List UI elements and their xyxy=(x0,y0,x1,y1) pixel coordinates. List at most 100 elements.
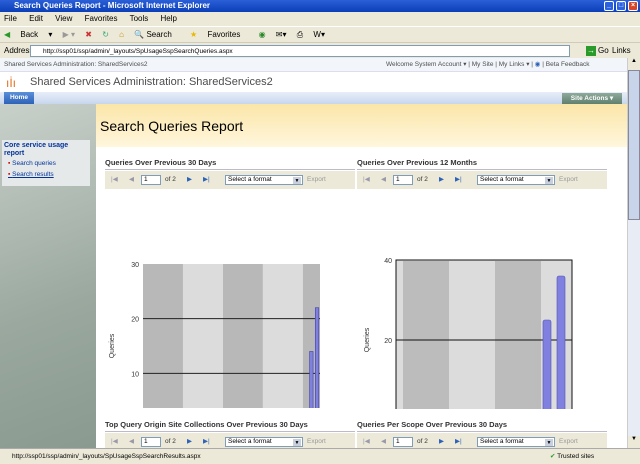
go-button[interactable]: Go xyxy=(598,43,609,59)
last-page-icon[interactable]: ▶| xyxy=(203,175,210,183)
next-page-icon[interactable]: ▶ xyxy=(439,437,444,445)
links-button[interactable]: Links xyxy=(612,43,631,59)
page-number-input[interactable]: 1 xyxy=(141,437,161,447)
page-number-input[interactable]: 1 xyxy=(393,437,413,447)
export-link[interactable]: Export xyxy=(559,438,578,445)
scroll-down-icon[interactable]: ▼ xyxy=(628,436,640,448)
last-page-icon[interactable]: ▶| xyxy=(455,175,462,183)
welcome-menu[interactable]: Welcome System Account ▾ xyxy=(386,61,466,68)
page-count: of 2 xyxy=(417,176,428,183)
breadcrumb[interactable]: Shared Services Administration: SharedSe… xyxy=(4,61,147,68)
quick-launch: Core service usage report Search queries… xyxy=(2,140,90,186)
minimize-button[interactable]: _ xyxy=(604,1,614,11)
menu-bar: File Edit View Favorites Tools Help xyxy=(0,12,640,26)
toolbar: ◀ Back ▾ ▶ ▾ ✖ ↻ ⌂ 🔍 Search ★ Favorites … xyxy=(0,26,640,42)
favorites-label: Favorites xyxy=(207,30,241,39)
search-button[interactable]: 🔍 Search xyxy=(134,30,180,39)
scroll-up-icon[interactable]: ▲ xyxy=(628,58,640,70)
format-value: Select a format xyxy=(228,438,272,445)
nav-heading[interactable]: Core service usage report xyxy=(4,142,88,158)
refresh-icon[interactable]: ↻ xyxy=(102,30,109,39)
next-page-icon[interactable]: ▶ xyxy=(439,175,444,183)
menu-view[interactable]: View xyxy=(55,14,72,23)
my-links-menu[interactable]: My Links ▾ xyxy=(499,61,530,68)
site-title[interactable]: Shared Services Administration: SharedSe… xyxy=(30,76,273,88)
page-title: Search Queries Report xyxy=(96,104,627,147)
plot-band xyxy=(143,264,183,408)
bar xyxy=(309,351,314,408)
export-format-select[interactable]: Select a format ▼ xyxy=(225,175,303,185)
menu-tools[interactable]: Tools xyxy=(130,14,149,23)
page-number-input[interactable]: 1 xyxy=(141,175,161,185)
report-toolbar: |◀ ◀ 1 of 2 ▶ ▶| Select a format ▼ Export xyxy=(357,171,607,189)
bar xyxy=(556,275,566,409)
chevron-down-icon: ▼ xyxy=(545,439,553,446)
plot-band xyxy=(222,264,263,408)
menu-file[interactable]: File xyxy=(4,14,17,23)
print-icon[interactable]: ⎙ xyxy=(297,30,303,39)
menu-edit[interactable]: Edit xyxy=(29,14,43,23)
plot-band xyxy=(182,264,223,408)
tab-home[interactable]: Home xyxy=(4,92,34,104)
vertical-scrollbar[interactable]: ▲ ▼ xyxy=(627,58,640,448)
favorites-button[interactable]: ★ Favorites xyxy=(190,30,248,39)
chevron-down-icon: ▼ xyxy=(293,439,301,446)
format-value: Select a format xyxy=(480,176,524,183)
y-tick-label: 30 xyxy=(131,262,139,269)
next-page-icon[interactable]: ▶ xyxy=(187,437,192,445)
next-page-icon[interactable]: ▶ xyxy=(187,175,192,183)
address-bar: Address http://ssp01/ssp/admin/_layouts/… xyxy=(0,42,640,58)
first-page-icon[interactable]: |◀ xyxy=(363,437,370,445)
chevron-down-icon: ▼ xyxy=(293,177,301,184)
forward-button[interactable]: ▶ ▾ xyxy=(63,30,75,39)
word-icon[interactable]: W▾ xyxy=(313,30,325,39)
page-number-input[interactable]: 1 xyxy=(393,175,413,185)
first-page-icon[interactable]: |◀ xyxy=(111,437,118,445)
back-arrow-icon: ◀ xyxy=(4,30,11,39)
first-page-icon[interactable]: |◀ xyxy=(363,175,370,183)
history-icon[interactable]: ◉ xyxy=(259,30,266,39)
help-icon[interactable]: ◉ xyxy=(535,61,541,68)
nav-item-search-queries[interactable]: Search queries xyxy=(4,158,88,169)
prev-page-icon[interactable]: ◀ xyxy=(129,437,134,445)
maximize-button[interactable]: □ xyxy=(616,1,626,11)
window-title-bar: Search Queries Report - Microsoft Intern… xyxy=(0,0,640,12)
star-icon: ★ xyxy=(190,30,198,39)
beta-feedback-link[interactable]: Beta Feedback xyxy=(546,61,590,68)
export-link[interactable]: Export xyxy=(307,176,326,183)
menu-help[interactable]: Help xyxy=(161,14,177,23)
chevron-down-icon: ▼ xyxy=(545,177,553,184)
webpart-title: Queries Over Previous 30 Days xyxy=(105,158,355,170)
address-input[interactable]: http://ssp01/ssp/admin/_layouts/SpUsageS… xyxy=(30,45,570,57)
back-button[interactable]: ◀ Back ▾ xyxy=(4,30,52,39)
y-tick-label: 20 xyxy=(384,338,392,345)
first-page-icon[interactable]: |◀ xyxy=(111,175,118,183)
prev-page-icon[interactable]: ◀ xyxy=(129,175,134,183)
home-icon[interactable]: ⌂ xyxy=(119,30,124,39)
nav-item-search-results[interactable]: Search results xyxy=(4,169,88,180)
webpart-30-days: Queries Over Previous 30 Days |◀ ◀ 1 of … xyxy=(105,158,355,189)
prev-page-icon[interactable]: ◀ xyxy=(381,175,386,183)
menu-favorites[interactable]: Favorites xyxy=(85,14,118,23)
export-format-select[interactable]: Select a format ▼ xyxy=(225,437,303,447)
top-strip: Shared Services Administration: SharedSe… xyxy=(0,58,627,72)
export-format-select[interactable]: Select a format ▼ xyxy=(477,437,555,447)
address-label: Address xyxy=(4,46,34,55)
last-page-icon[interactable]: ▶| xyxy=(203,437,210,445)
export-link[interactable]: Export xyxy=(307,438,326,445)
security-zone: Trusted sites xyxy=(557,453,595,460)
last-page-icon[interactable]: ▶| xyxy=(455,437,462,445)
site-actions-button[interactable]: Site Actions ▾ xyxy=(562,93,622,104)
report-toolbar: |◀ ◀ 1 of 2 ▶ ▶| Select a format ▼ Export xyxy=(357,433,607,448)
go-arrow-icon[interactable]: → xyxy=(586,46,596,56)
mail-icon[interactable]: ✉▾ xyxy=(276,30,287,39)
my-site-link[interactable]: My Site xyxy=(472,61,494,68)
export-format-select[interactable]: Select a format ▼ xyxy=(477,175,555,185)
stop-icon[interactable]: ✖ xyxy=(85,30,92,39)
close-button[interactable]: × xyxy=(628,1,638,11)
plot-band xyxy=(403,261,449,409)
prev-page-icon[interactable]: ◀ xyxy=(381,437,386,445)
webpart-title: Queries Over Previous 12 Months xyxy=(357,158,607,170)
scroll-thumb[interactable] xyxy=(628,70,640,220)
export-link[interactable]: Export xyxy=(559,176,578,183)
